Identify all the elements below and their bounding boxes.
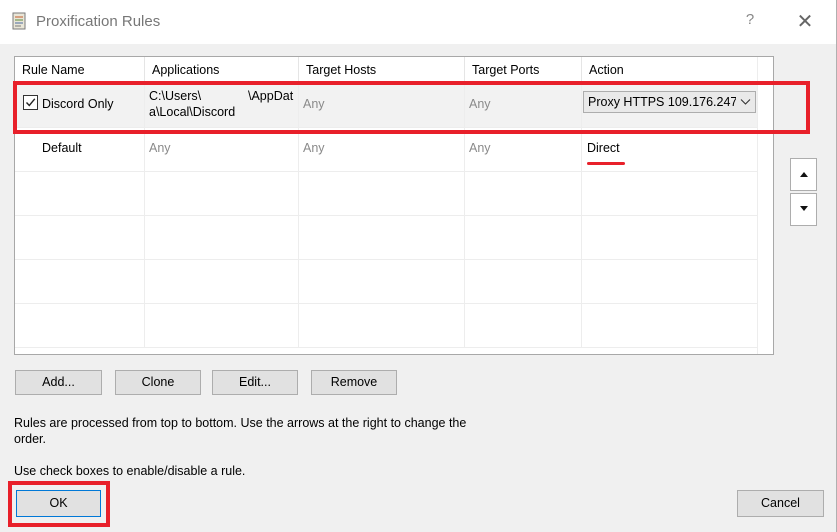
rule-target-hosts: Any: [303, 97, 325, 111]
app-scroll-icon: [12, 12, 26, 30]
table-header: Rule Name Applications Target Hosts Targ…: [15, 57, 773, 84]
column-header-target-ports[interactable]: Target Ports: [465, 57, 582, 84]
rule-target-hosts: Any: [303, 141, 325, 155]
move-down-button[interactable]: [790, 193, 817, 226]
rule-action[interactable]: Direct: [587, 141, 620, 155]
rule-name: Default: [42, 141, 82, 155]
column-header-applications[interactable]: Applications: [145, 57, 299, 84]
action-dropdown[interactable]: Proxy HTTPS 109.176.247: [583, 91, 756, 113]
close-button[interactable]: ✕: [794, 9, 816, 33]
rule-name: Discord Only: [42, 97, 114, 111]
add-button[interactable]: Add...: [15, 370, 102, 395]
column-header-target-hosts[interactable]: Target Hosts: [299, 57, 465, 84]
info-text-checkbox: Use check boxes to enable/disable a rule…: [14, 464, 246, 478]
rules-table: Rule Name Applications Target Hosts Targ…: [14, 56, 774, 355]
triangle-up-icon: [800, 172, 808, 177]
title-bar: Proxification Rules ? ✕: [0, 0, 837, 44]
column-header-action[interactable]: Action: [582, 57, 757, 84]
empty-row: [15, 304, 773, 348]
chevron-down-icon: [740, 99, 751, 105]
rule-target-ports: Any: [469, 141, 491, 155]
ok-button[interactable]: OK: [16, 490, 101, 517]
empty-row: [15, 260, 773, 304]
info-text-order-cont: order.: [14, 432, 46, 446]
move-up-button[interactable]: [790, 158, 817, 191]
column-header-rule-name[interactable]: Rule Name: [15, 57, 145, 84]
window-title: Proxification Rules: [36, 13, 161, 30]
info-text-order: Rules are processed from top to bottom. …: [14, 416, 467, 430]
clone-button[interactable]: Clone: [115, 370, 201, 395]
table-scrollbar-track[interactable]: [757, 57, 773, 354]
rule-applications-line2: a\Local\Discord: [149, 105, 236, 119]
rule-target-ports: Any: [469, 97, 491, 111]
rule-applications-line1: C:\Users\: [149, 89, 202, 103]
rule-enabled-checkbox[interactable]: [23, 95, 38, 110]
edit-button[interactable]: Edit...: [212, 370, 298, 395]
empty-row: [15, 172, 773, 216]
table-row-default[interactable]: [15, 128, 773, 172]
annotation-underline-direct: [587, 162, 625, 165]
empty-row: [15, 216, 773, 260]
rule-applications-line1-end: \AppDat: [248, 89, 294, 103]
help-button[interactable]: ?: [740, 11, 760, 33]
triangle-down-icon: [800, 206, 808, 211]
cancel-button[interactable]: Cancel: [737, 490, 824, 517]
action-dropdown-value: Proxy HTTPS 109.176.247: [588, 95, 736, 109]
rule-applications: Any: [149, 141, 171, 155]
checkmark-icon: [25, 98, 36, 107]
remove-button[interactable]: Remove: [311, 370, 397, 395]
